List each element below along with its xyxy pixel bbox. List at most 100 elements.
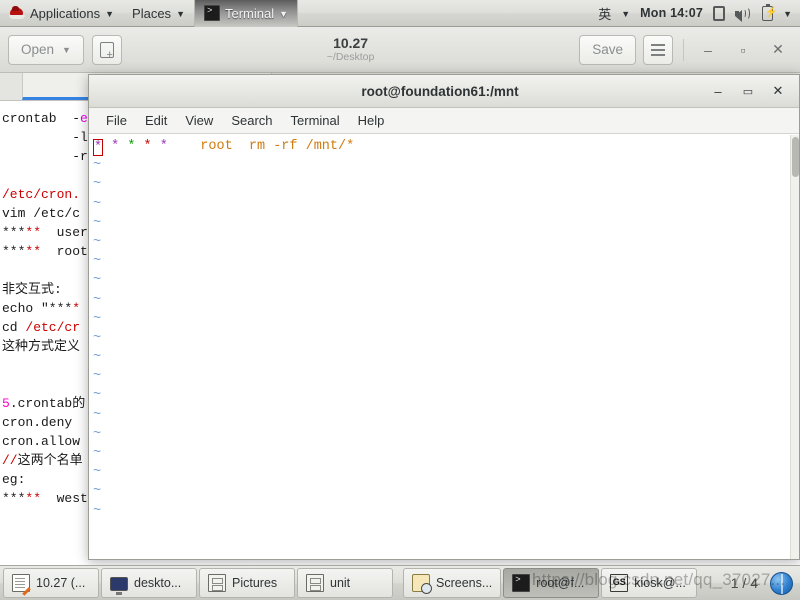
gedit-text-span: ** [25, 491, 42, 506]
vim-empty-line-marker: ~ [93, 273, 102, 289]
chevron-down-icon: ▼ [176, 8, 185, 19]
vim-text-span [152, 139, 160, 154]
monitor-icon [110, 577, 128, 595]
terminal-icon [203, 5, 220, 21]
taskbar-item-4[interactable]: Screens... [403, 568, 502, 598]
taskbar-item-3[interactable]: unit [297, 568, 393, 598]
taskbar-item-0[interactable]: 10.27 (... [3, 568, 99, 598]
vim-empty-line-marker: ~ [93, 503, 102, 519]
taskbar-item-label: root@f... [536, 576, 585, 590]
terminal-menu-help[interactable]: Help [349, 108, 394, 134]
gedit-menu-button[interactable] [643, 34, 673, 65]
vim-empty-line-marker: ~ [93, 292, 102, 308]
gedit-text-span: -l [2, 130, 88, 145]
gedit-header-right: Save ‒ ▫ ✕ [579, 34, 792, 65]
taskbar-item-1[interactable]: deskto... [101, 568, 197, 598]
gedit-text-span: 这两个名单 [17, 453, 83, 468]
file-drawer-icon [208, 574, 226, 592]
gedit-minimize-button[interactable]: ‒ [694, 35, 722, 65]
terminal-menu-search[interactable]: Search [222, 108, 281, 134]
taskbar-item-label: unit [330, 576, 351, 590]
vim-text-span [233, 139, 249, 154]
chevron-down-icon: ▼ [105, 8, 115, 19]
chevron-down-icon[interactable]: ▼ [783, 9, 792, 19]
gedit-document-path: ~/Desktop [326, 51, 375, 64]
volume-icon[interactable] [735, 6, 752, 22]
vim-empty-line-marker: ~ [93, 234, 102, 250]
gedit-text-span: 这种方式定义 [2, 339, 81, 354]
gedit-text-span: echo "*** [2, 301, 73, 316]
vim-empty-line-marker: ~ [93, 388, 102, 404]
vim-text-span [168, 139, 200, 154]
gedit-close-button[interactable]: ✕ [764, 35, 792, 65]
notepad-icon [12, 574, 30, 592]
terminal-window: root@foundation61:/mnt ‒ ▭ ✕ File Edit Vie… [88, 74, 800, 560]
vim-empty-line-marker: ~ [93, 215, 102, 231]
terminal-minimize-button[interactable]: ‒ [711, 84, 725, 99]
terminal-close-button[interactable]: ✕ [771, 83, 785, 99]
display-icon[interactable] [713, 5, 726, 21]
terminal-menu-file[interactable]: File [97, 108, 136, 134]
vim-empty-line-marker: ~ [93, 196, 102, 212]
save-button-label: Save [592, 42, 623, 57]
vim-empty-line-marker: ~ [93, 311, 102, 327]
vim-empty-line-marker: ~ [93, 369, 102, 385]
taskbar-item-label: deskto... [134, 576, 182, 590]
new-document-icon [99, 41, 114, 60]
workspace-indicator[interactable]: 1 / 4 [727, 575, 762, 591]
gedit-text-span: vim /etc/c [2, 206, 81, 221]
gedit-text-span: crontab - [2, 111, 81, 126]
save-button[interactable]: Save [579, 34, 636, 65]
chevron-down-icon[interactable]: ▼ [621, 9, 630, 19]
taskbar-item-label: kiosk@... [634, 576, 686, 590]
vim-empty-line-marker: ~ [93, 350, 102, 366]
gedit-text-span: user [41, 225, 88, 240]
gedit-document-title: 10.27 [333, 34, 369, 51]
gedit-text-span: *** [2, 491, 26, 506]
places-menu-label: Places [132, 5, 172, 21]
vim-empty-line-marker: ~ [93, 177, 102, 193]
gedit-text-span: ** [25, 244, 42, 259]
vim-empty-line-marker: ~ [93, 446, 102, 461]
gedit-text-span: /etc/cr [25, 320, 81, 335]
vim-empty-line-marker: ~ [93, 407, 102, 423]
vim-text-span [135, 139, 143, 154]
gedit-maximize-button[interactable]: ▫ [729, 35, 757, 65]
battery-icon[interactable]: ⚡ [762, 3, 778, 21]
divider [683, 38, 684, 61]
taskbar-item-label: Pictures [232, 576, 278, 590]
chevron-down-icon: ▼ [62, 45, 71, 55]
chevron-down-icon: ▼ [279, 8, 289, 19]
vim-empty-line-marker: ~ [93, 465, 102, 481]
vim-text-span: * [111, 139, 120, 154]
gedit-text-span: cron.deny [2, 415, 73, 430]
new-document-button[interactable] [91, 34, 122, 65]
open-button-label: Open [21, 42, 55, 57]
terminal-title-bar[interactable]: root@foundation61:/mnt ‒ ▭ ✕ [89, 75, 799, 108]
clock[interactable]: Mon 14:07 [640, 6, 703, 20]
terminal-scrollbar[interactable] [790, 135, 799, 559]
terminal-content[interactable]: * * * * * root rm -rf /mnt/* ~ ~ ~ ~ ~ ~ ~ ~ ~ ~ ~ ~… [89, 135, 799, 559]
terminal-menu-view[interactable]: View [176, 108, 222, 134]
open-button[interactable]: Open ▼ [8, 34, 84, 65]
terminal-window-controls: ‒ ▭ ✕ [711, 83, 799, 99]
taskbar-item-5[interactable]: root@f... [503, 568, 600, 598]
terminal-menu-edit[interactable]: Edit [136, 108, 176, 134]
applications-menu[interactable]: Applications ▼ [0, 0, 123, 27]
terminal-maximize-button[interactable]: ▭ [741, 85, 755, 98]
gedit-text-span: .crontab的 [9, 396, 86, 411]
vim-empty-line-marker: ~ [93, 158, 102, 174]
gedit-text-span: -r [2, 149, 88, 164]
vim-editor-area[interactable]: * * * * * root rm -rf /mnt/* ~ ~ ~ ~ ~ ~ ~ ~ ~ ~ ~ ~… [89, 135, 790, 537]
workspace-switcher-icon[interactable] [770, 571, 793, 595]
taskbar-item-2[interactable]: Pictures [199, 568, 295, 598]
terminal-scrollbar-thumb[interactable] [792, 137, 799, 177]
active-window-menu[interactable]: Terminal ▼ [193, 0, 299, 27]
gedit-text-span: e [80, 111, 88, 126]
gedit-text-span: // [2, 453, 18, 468]
terminal-menu-terminal[interactable]: Terminal [282, 108, 349, 134]
input-method-indicator[interactable]: 英 [598, 4, 611, 23]
taskbar: 10.27 (... deskto... Pictures unit Screens..… [0, 565, 800, 600]
places-menu[interactable]: Places ▼ [123, 0, 194, 27]
taskbar-item-6[interactable]: GS kiosk@... [601, 568, 698, 598]
